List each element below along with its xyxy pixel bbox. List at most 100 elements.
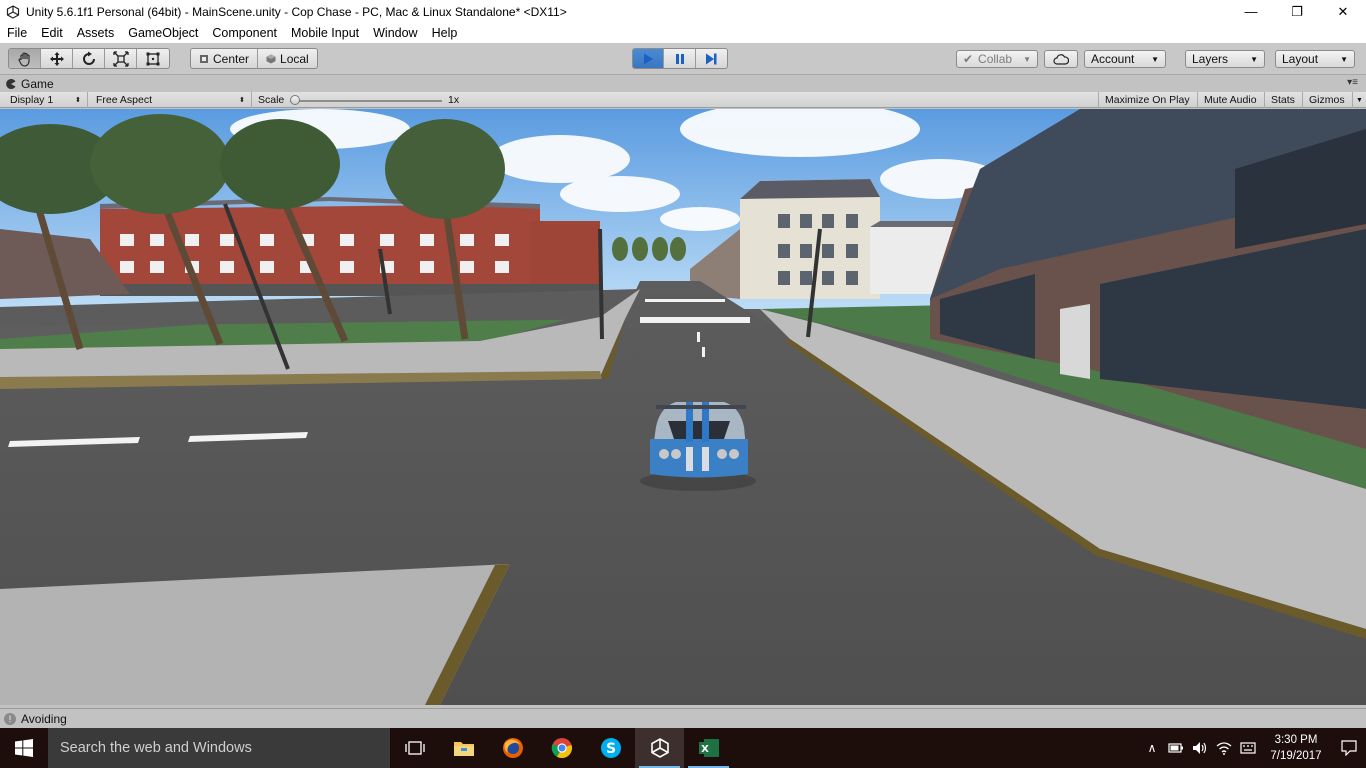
layers-label: Layers [1192,52,1229,66]
game-tab-bar: Game ▾≡ [0,76,1366,92]
rotate-icon [82,51,95,65]
action-center-button[interactable] [1332,740,1366,756]
pivot-toggles: Center Local [190,48,318,69]
wifi-icon[interactable] [1212,728,1236,768]
scale-icon [112,50,129,67]
keyboard-icon[interactable] [1236,728,1260,768]
cloud-icon [1053,53,1069,65]
dropdown-arrow-icon: ▼ [1340,54,1348,64]
menu-help[interactable]: Help [425,26,465,40]
hand-tool-button[interactable] [9,49,41,68]
menu-bar: File Edit Assets GameObject Component Mo… [0,23,1366,43]
rect-tool-button[interactable] [137,49,169,68]
excel-button[interactable]: X [684,728,733,768]
game-view-toolbar: Display 1 ⬍ Free Aspect ⬍ Scale 1x Maxim… [0,92,1366,108]
step-button[interactable] [696,49,727,68]
menu-file[interactable]: File [0,26,34,40]
layout-dropdown[interactable]: Layout ▼ [1275,50,1355,68]
maximize-on-play-toggle[interactable]: Maximize On Play [1098,92,1198,108]
collab-label: Collab [978,52,1013,66]
clock-date: 7/19/2017 [1270,750,1322,762]
task-view-icon [404,741,425,755]
excel-icon: X [698,739,719,757]
game-viewport[interactable] [0,109,1366,705]
menu-gameobject[interactable]: GameObject [121,26,205,40]
pacman-icon [6,79,16,89]
account-dropdown[interactable]: Account ▼ [1084,50,1166,68]
hand-icon [17,51,30,67]
rect-icon [146,52,160,65]
dropdown-arrow-icon: ▼ [1250,54,1258,64]
start-button[interactable] [0,728,48,768]
scale-tool-button[interactable] [105,49,137,68]
rotate-tool-button[interactable] [73,49,105,68]
chrome-icon [551,738,572,759]
pivot-center-button[interactable]: Center [191,49,259,68]
status-message[interactable]: Avoiding [21,712,67,726]
menu-assets[interactable]: Assets [70,26,122,40]
windows-logo-icon [15,739,33,757]
taskbar-search-box[interactable]: Search the web and Windows [48,728,390,768]
unity-button[interactable] [635,728,684,768]
menu-component[interactable]: Component [205,26,284,40]
game-tab-label: Game [21,77,54,91]
file-explorer-button[interactable] [439,728,488,768]
layers-dropdown[interactable]: Layers ▼ [1185,50,1265,68]
dropdown-arrow-icon: ⬍ [75,97,81,104]
pivot-center-label: Center [213,51,250,66]
tab-game[interactable]: Game [6,76,54,92]
display-label: Display 1 [10,94,54,106]
pivot-icon [200,54,208,63]
play-button[interactable] [633,49,665,68]
close-button[interactable]: ✕ [1320,0,1366,23]
taskbar-clock[interactable]: 3:30 PM 7/19/2017 [1260,732,1332,764]
maximize-button[interactable]: ❐ [1274,0,1320,23]
pivot-local-label: Local [280,51,309,66]
main-toolbar: Center Local ✔ Collab ▼ Account ▼ Layers… [0,43,1366,75]
play-controls [632,48,728,69]
battery-icon[interactable] [1164,728,1188,768]
title-bar: Unity 5.6.1f1 Personal (64bit) - MainSce… [0,0,1366,23]
gizmos-toggle[interactable]: Gizmos [1303,92,1353,108]
status-bar: ! Avoiding [0,708,1366,728]
mute-audio-toggle[interactable]: Mute Audio [1198,92,1265,108]
skype-button[interactable]: S [586,728,635,768]
step-icon [706,53,717,64]
scale-slider-track[interactable] [290,100,442,102]
pause-icon [675,53,684,64]
account-label: Account [1091,52,1135,66]
firefox-button[interactable] [488,728,537,768]
windows-taskbar: Search the web and Windows S X ∧ 3:30 PM… [0,728,1366,768]
dropdown-arrow-icon: ▼ [1151,54,1159,64]
menu-window[interactable]: Window [366,26,424,40]
volume-icon[interactable] [1188,728,1212,768]
clock-time: 3:30 PM [1274,734,1318,746]
folder-icon [453,742,474,756]
notification-icon [1341,740,1357,756]
menu-mobile-input[interactable]: Mobile Input [284,26,366,40]
chrome-button[interactable] [537,728,586,768]
scale-value: 1x [448,94,460,106]
cloud-button[interactable] [1044,50,1078,68]
aspect-dropdown[interactable]: Free Aspect ⬍ [90,92,252,108]
move-tool-button[interactable] [41,49,73,68]
minimize-button[interactable]: — [1228,0,1274,23]
menu-edit[interactable]: Edit [34,26,70,40]
display-dropdown[interactable]: Display 1 ⬍ [4,92,88,108]
skype-icon: S [600,738,621,758]
window-title: Unity 5.6.1f1 Personal (64bit) - MainSce… [26,4,567,19]
pivot-local-button[interactable]: Local [258,49,317,68]
svg-text:S: S [605,741,615,757]
move-icon [49,51,64,66]
panel-menu-icon[interactable]: ▾≡ [1347,77,1358,88]
stats-toggle[interactable]: Stats [1265,92,1303,108]
scale-slider-knob[interactable] [290,95,300,105]
collab-dropdown[interactable]: ✔ Collab ▼ [956,50,1038,68]
task-view-button[interactable] [390,728,439,768]
search-placeholder: Search the web and Windows [60,740,252,756]
game-scene [0,109,1366,705]
dropdown-arrow-icon: ⬍ [239,97,245,104]
pause-button[interactable] [664,49,696,68]
chevron-up-icon[interactable]: ∧ [1140,728,1164,768]
gizmos-dropdown-arrow-icon[interactable]: ▼ [1350,92,1366,108]
